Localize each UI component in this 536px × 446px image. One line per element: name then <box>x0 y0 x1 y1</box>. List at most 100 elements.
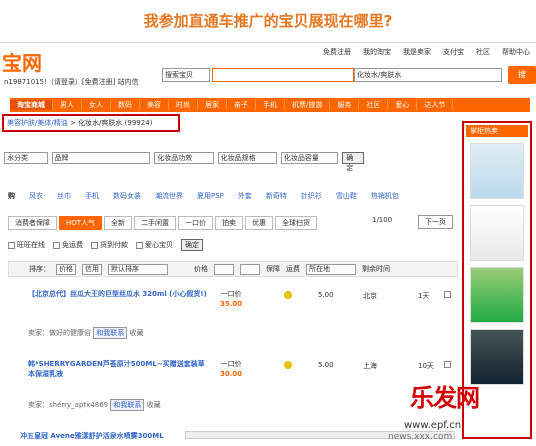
product-thumbnail[interactable] <box>470 329 524 385</box>
tab-discount[interactable]: 优惠 <box>245 216 274 230</box>
search-input[interactable] <box>212 68 354 82</box>
product-thumbnail[interactable] <box>470 267 524 323</box>
filter-select[interactable]: 品牌 <box>51 152 151 164</box>
watermark-url: www.epf.cn <box>404 420 462 431</box>
remain-col[interactable]: 剩余时间 <box>362 264 390 274</box>
cat-link[interactable]: 丝巾 <box>57 191 71 203</box>
product-thumbnail[interactable] <box>470 143 524 199</box>
tab-fixed-price[interactable]: 一口价 <box>178 216 214 230</box>
breadcrumb-count: (99924) <box>124 119 153 127</box>
category-select[interactable]: 化妆水/爽肤水 <box>354 68 502 82</box>
seller-name[interactable]: 卖家：做好的健康俗 <box>28 329 91 337</box>
product-title-link[interactable]: 【北京总代】丝瓜大王的巨型丝瓜水 320ml (小心假货!) <box>28 289 208 299</box>
nav-item[interactable]: 时尚 <box>169 100 198 110</box>
checkbox-icon <box>53 241 60 249</box>
nav-item[interactable]: 社区 <box>359 100 389 110</box>
filter-select[interactable]: 化妆品功效 <box>154 152 214 164</box>
nav-item[interactable]: 男人 <box>53 100 82 110</box>
checkbox-icon <box>91 241 98 249</box>
sort-default-select[interactable]: 默认排序 <box>108 263 168 275</box>
nav-item[interactable]: 亲子 <box>227 100 256 110</box>
tab-hot[interactable]: HOT人气 <box>59 216 103 230</box>
tab-auction[interactable]: 拍卖 <box>215 216 244 230</box>
shipping-fee: 5.00 <box>318 361 334 369</box>
cat-link[interactable]: 雪山鞋 <box>336 191 357 203</box>
shipping-col[interactable]: 运费 <box>286 264 300 274</box>
watermark-brand: 乐发网 <box>410 383 480 412</box>
main-nav: 淘宝商城 男人 女人 数码 美容 时尚 居家 亲子 手机 机票/旅游 服务 社区… <box>10 98 530 112</box>
nav-item[interactable]: 手机 <box>256 100 285 110</box>
product-row: 【北京总代】丝瓜大王的巨型丝瓜水 320ml (小心假货!) 卖家：做好的健康俗… <box>8 289 458 339</box>
top-link[interactable]: 免费注册 <box>323 47 351 59</box>
check-online[interactable]: 旺旺在线 <box>8 240 45 250</box>
remaining-days: 1天 <box>418 292 430 300</box>
price-min-input[interactable] <box>214 263 234 275</box>
breadcrumb-link[interactable]: 美容护肤/美体/精油 <box>7 119 68 127</box>
cat-link[interactable]: 针织衫 <box>301 191 322 203</box>
product-title-link[interactable]: 韩*SHERRYGARDEN芦荟原汁500ML~买赠送套装草本保湿乳液 <box>28 359 208 379</box>
top-link[interactable]: 支付宝 <box>443 47 464 59</box>
cat-link[interactable]: 潮流世界 <box>155 191 183 203</box>
filter-ok-button[interactable]: 确定 <box>342 152 365 172</box>
nav-item[interactable]: 居家 <box>198 100 227 110</box>
user-status[interactable]: n19871015!（请登录）[免费注册] 站内信 <box>4 77 139 87</box>
filter-select[interactable]: 化妆品容量 <box>280 152 339 164</box>
next-page-button[interactable]: 下一页 <box>418 215 453 229</box>
cat-link[interactable]: 夏用PSP <box>197 191 224 203</box>
price-max-input[interactable] <box>240 263 260 275</box>
check-free-ship[interactable]: 免运费 <box>53 240 83 250</box>
nav-item[interactable]: 数码 <box>111 100 140 110</box>
nav-item[interactable]: 美容 <box>140 100 169 110</box>
filter-bar: 水分类 品牌 化妆品功效 化妆品规格 化妆品容量 确定 <box>4 151 365 172</box>
cat-link[interactable]: 手机 <box>85 191 99 203</box>
contact-button[interactable]: 和我联系 <box>93 327 128 339</box>
search-type-select[interactable]: 搜索宝贝 <box>162 68 210 82</box>
favorite-link[interactable]: 收藏 <box>129 329 143 337</box>
contact-button[interactable]: 和我联系 <box>110 399 145 411</box>
top-link[interactable]: 社区 <box>476 47 490 59</box>
taobao-logo[interactable]: 宝网 <box>2 47 42 76</box>
top-link[interactable]: 帮助中心 <box>502 47 530 59</box>
tab-guarantee[interactable]: 消费者保障 <box>8 216 57 230</box>
row-checkbox[interactable] <box>444 361 451 368</box>
location-select[interactable]: 所在地 <box>306 263 356 275</box>
cat-link[interactable]: 热销机包 <box>371 191 399 203</box>
row-checkbox[interactable] <box>444 291 451 298</box>
checks-ok-button[interactable]: 确定 <box>181 239 203 251</box>
seller-line: 卖家：sherry_aptx4869 和我联系 收藏 <box>28 399 161 411</box>
cat-link[interactable]: 数码女装 <box>113 191 141 203</box>
nav-item[interactable]: 服务 <box>330 100 360 110</box>
price-range-label: 价格 <box>194 265 208 273</box>
seller-name[interactable]: 卖家：sherry_aptx4869 <box>28 401 108 409</box>
tab-used[interactable]: 二手闲置 <box>134 216 177 230</box>
top-link[interactable]: 我是卖家 <box>403 47 431 59</box>
sort-credit[interactable]: 信用 <box>82 263 102 275</box>
search-button[interactable]: 搜 <box>508 66 536 84</box>
check-cod[interactable]: 货到付款 <box>91 240 128 250</box>
cat-link[interactable]: 新奇特 <box>266 191 287 203</box>
nav-item[interactable]: 女人 <box>82 100 111 110</box>
sort-price[interactable]: 价格 <box>56 263 76 275</box>
favorite-link[interactable]: 收藏 <box>147 401 161 409</box>
tab-new[interactable]: 全新 <box>104 216 133 230</box>
cat-link[interactable]: 外套 <box>238 191 252 203</box>
top-link[interactable]: 我的淘宝 <box>363 47 391 59</box>
check-charity[interactable]: 爱心宝贝 <box>136 240 173 250</box>
search-bar: 搜索宝贝 化妆水/爽肤水 搜 <box>162 66 536 84</box>
sort-label: 排序： <box>29 265 50 273</box>
cat-label: 购 <box>8 192 15 200</box>
cat-link[interactable]: 风衣 <box>29 191 43 203</box>
nav-item[interactable]: 机票/旅游 <box>285 100 331 110</box>
filter-select[interactable]: 化妆品规格 <box>217 152 277 164</box>
price-type: 一口价 <box>220 360 242 368</box>
product-thumbnail[interactable] <box>470 205 524 261</box>
taobao-screenshot: 宝网 免费注册 我的淘宝 我是卖家 支付宝 社区 帮助中心 n19871015!… <box>0 42 536 442</box>
price-cell: 一口价 35.00 <box>220 289 242 309</box>
page-heading: 我参加直通车推广的宝贝展现在哪里? <box>143 12 393 30</box>
tab-global[interactable]: 全球扫货 <box>275 216 318 230</box>
nav-item[interactable]: 爱心 <box>388 100 418 110</box>
nav-item[interactable]: 达人节 <box>417 100 454 110</box>
filter-select[interactable]: 水分类 <box>4 152 48 164</box>
guarantee-col[interactable]: 保障 <box>266 264 280 274</box>
nav-item[interactable]: 淘宝商城 <box>10 100 53 110</box>
